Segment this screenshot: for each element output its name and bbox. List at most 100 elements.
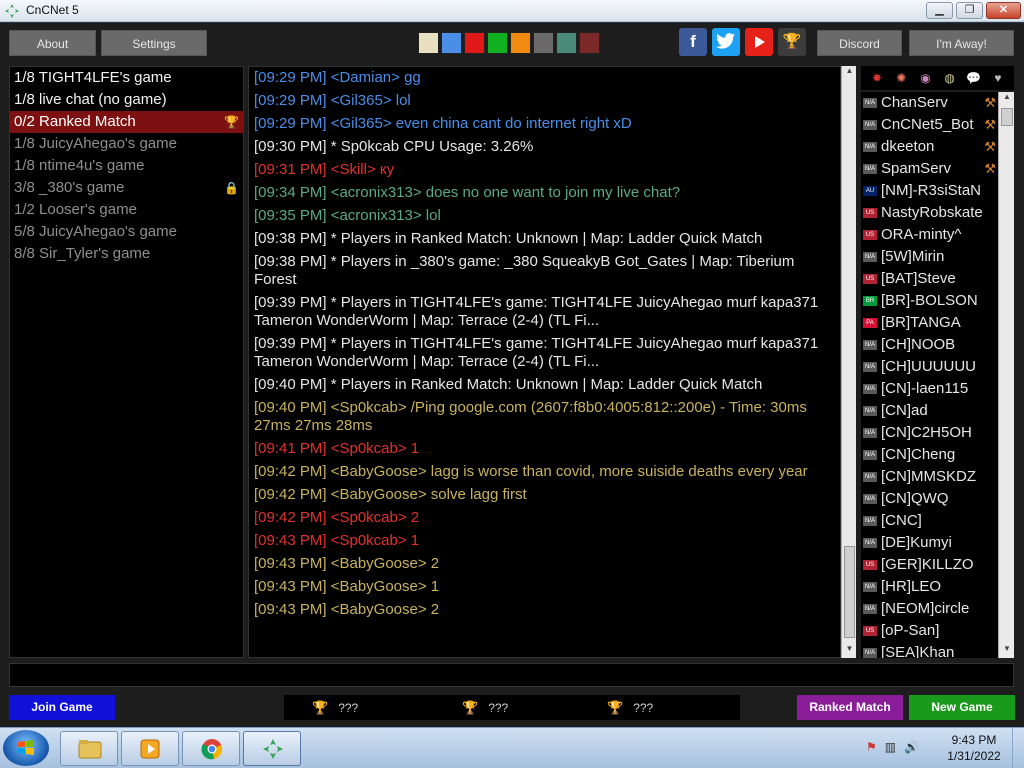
eye-icon[interactable]: ◉	[915, 69, 935, 87]
game-list-item[interactable]: 8/8 Sir_Tyler's game	[10, 243, 243, 265]
game-list-item[interactable]: 3/8 _380's game 🔒	[10, 177, 243, 199]
country-flag-icon: N/A	[863, 384, 877, 394]
chat-log: [09:29 PM] <Damian> gg [09:29 PM] <Gil365…	[248, 66, 841, 658]
away-button[interactable]: I'm Away!	[909, 30, 1014, 56]
user-list-item[interactable]: N/A [SEA]Khan	[861, 642, 998, 658]
game-list-item[interactable]: 1/8 JuicyAhegao's game	[10, 133, 243, 155]
user-list-item[interactable]: N/A [5W]Mirin	[861, 246, 998, 268]
color-swatch[interactable]	[441, 32, 462, 54]
color-swatch[interactable]	[487, 32, 508, 54]
chat-scroll-thumb[interactable]	[844, 546, 855, 638]
user-list-item[interactable]: US ORA-minty^	[861, 224, 998, 246]
user-list-scrollbar[interactable]: ▲ ▼	[998, 92, 1014, 658]
heart-icon[interactable]: ♥	[988, 69, 1008, 87]
user-list-item[interactable]: N/A [CN]ad	[861, 400, 998, 422]
country-flag-icon: BR	[863, 296, 877, 306]
explosion-icon[interactable]: ✺	[891, 69, 911, 87]
country-flag-icon: N/A	[863, 516, 877, 526]
speech-icon[interactable]: 💬	[964, 69, 984, 87]
scroll-down-icon[interactable]: ▼	[999, 644, 1015, 658]
maximize-button[interactable]: ❐	[956, 2, 983, 19]
twitter-icon[interactable]	[712, 28, 740, 56]
new-game-button[interactable]: New Game	[909, 695, 1015, 720]
user-list-item[interactable]: BR [BR]-BOLSON	[861, 290, 998, 312]
facebook-icon[interactable]: f	[679, 28, 707, 56]
ladder-slot: 🏆???	[462, 695, 508, 720]
clock-date: 1/31/2022	[947, 749, 1001, 763]
game-list-item[interactable]: 1/2 Looser's game	[10, 199, 243, 221]
user-list-item[interactable]: N/A [CN]C2H5OH	[861, 422, 998, 444]
close-button[interactable]: ✕	[986, 2, 1021, 19]
user-list-item[interactable]: N/A [CNC]	[861, 510, 998, 532]
red-alert-icon[interactable]: ✸	[867, 69, 887, 87]
game-list-item[interactable]: 0/2 Ranked Match 🏆	[10, 111, 243, 133]
user-list-item[interactable]: N/A [CH]NOOB	[861, 334, 998, 356]
user-list-item[interactable]: US [GER]KILLZO	[861, 554, 998, 576]
user-list-item[interactable]: N/A dkeeton ⚒	[861, 136, 998, 158]
chat-scrollbar[interactable]: ▲ ▼	[841, 66, 856, 658]
user-list-item[interactable]: N/A [CH]UUUUUU	[861, 356, 998, 378]
game-list-item[interactable]: 5/8 JuicyAhegao's game	[10, 221, 243, 243]
user-list-item[interactable]: N/A [NEOM]circle	[861, 598, 998, 620]
network-icon[interactable]: ▥	[885, 740, 896, 754]
user-name: dkeeton	[881, 138, 935, 155]
user-list-item[interactable]: N/A [HR]LEO	[861, 576, 998, 598]
chat-input[interactable]	[9, 663, 1014, 687]
user-list-item[interactable]: N/A SpamServ ⚒	[861, 158, 998, 180]
color-swatch[interactable]	[510, 32, 531, 54]
game-list-item[interactable]: 1/8 ntime4u's game	[10, 155, 243, 177]
join-game-button[interactable]: Join Game	[9, 695, 115, 720]
user-name: [BAT]Steve	[881, 270, 956, 287]
user-list-item[interactable]: US [BAT]Steve	[861, 268, 998, 290]
user-list-item[interactable]: N/A [CN]-laen115	[861, 378, 998, 400]
action-center-icon[interactable]: ⚑	[866, 740, 877, 754]
color-swatch[interactable]	[556, 32, 577, 54]
taskbar-clock[interactable]: 9:43 PM 1/31/2022	[940, 732, 1008, 764]
scroll-up-icon[interactable]: ▲	[842, 66, 857, 80]
chrome-icon	[201, 739, 222, 760]
ranked-match-button[interactable]: Ranked Match	[797, 695, 903, 720]
color-swatch[interactable]	[579, 32, 600, 54]
ladder-slot: 🏆???	[312, 695, 358, 720]
game-list-item[interactable]: 1/8 live chat (no game)	[10, 89, 243, 111]
trophy-icon[interactable]: 🏆	[778, 28, 806, 56]
explorer-taskbar-button[interactable]	[60, 731, 118, 766]
volume-icon[interactable]: 🔊	[904, 740, 919, 754]
about-button[interactable]: About	[9, 30, 96, 56]
moderator-hammer-icon: ⚒	[984, 161, 996, 176]
user-list-item[interactable]: N/A [CN]MMSKDZ	[861, 466, 998, 488]
settings-button[interactable]: Settings	[101, 30, 207, 56]
scroll-down-icon[interactable]: ▼	[842, 644, 857, 658]
user-list-item[interactable]: N/A [CN]QWQ	[861, 488, 998, 510]
media-player-icon	[140, 739, 160, 759]
youtube-icon[interactable]	[745, 28, 773, 56]
user-list-item[interactable]: N/A ChanServ ⚒	[861, 92, 998, 114]
color-swatch[interactable]	[533, 32, 554, 54]
chat-message: [09:29 PM] <Gil365> even china cant do i…	[254, 115, 632, 132]
user-list-item[interactable]: US [oP-San]	[861, 620, 998, 642]
show-desktop-button[interactable]	[1012, 728, 1024, 768]
chrome-taskbar-button[interactable]	[182, 731, 240, 766]
color-swatch[interactable]	[418, 32, 439, 54]
user-list-item[interactable]: US NastyRobskate	[861, 202, 998, 224]
start-button[interactable]	[3, 730, 49, 766]
user-list-item[interactable]: PA [BR]TANGA	[861, 312, 998, 334]
discord-button[interactable]: Discord	[817, 30, 902, 56]
user-list-item[interactable]: N/A [DE]Kumyi	[861, 532, 998, 554]
country-flag-icon: US	[863, 626, 877, 636]
game-list-item[interactable]: 1/8 TIGHT4LFE's game	[10, 67, 243, 89]
user-list-item[interactable]: N/A CnCNet5_Bot ⚒	[861, 114, 998, 136]
minimize-button[interactable]: ▁	[926, 2, 953, 19]
country-flag-icon: N/A	[863, 252, 877, 262]
user-list-item[interactable]: AU [NM]-R3siStaN	[861, 180, 998, 202]
chat-message: [09:43 PM] <Sp0kcab> 1	[254, 532, 420, 549]
media-player-taskbar-button[interactable]	[121, 731, 179, 766]
user-scroll-thumb[interactable]	[1001, 108, 1013, 126]
user-list-item[interactable]: N/A [CN]Cheng	[861, 444, 998, 466]
scroll-up-icon[interactable]: ▲	[999, 92, 1015, 106]
country-flag-icon: N/A	[863, 538, 877, 548]
color-swatch[interactable]	[464, 32, 485, 54]
cncnet-taskbar-button[interactable]	[243, 731, 301, 766]
globe-icon[interactable]: ◍	[940, 69, 960, 87]
country-flag-icon: N/A	[863, 450, 877, 460]
